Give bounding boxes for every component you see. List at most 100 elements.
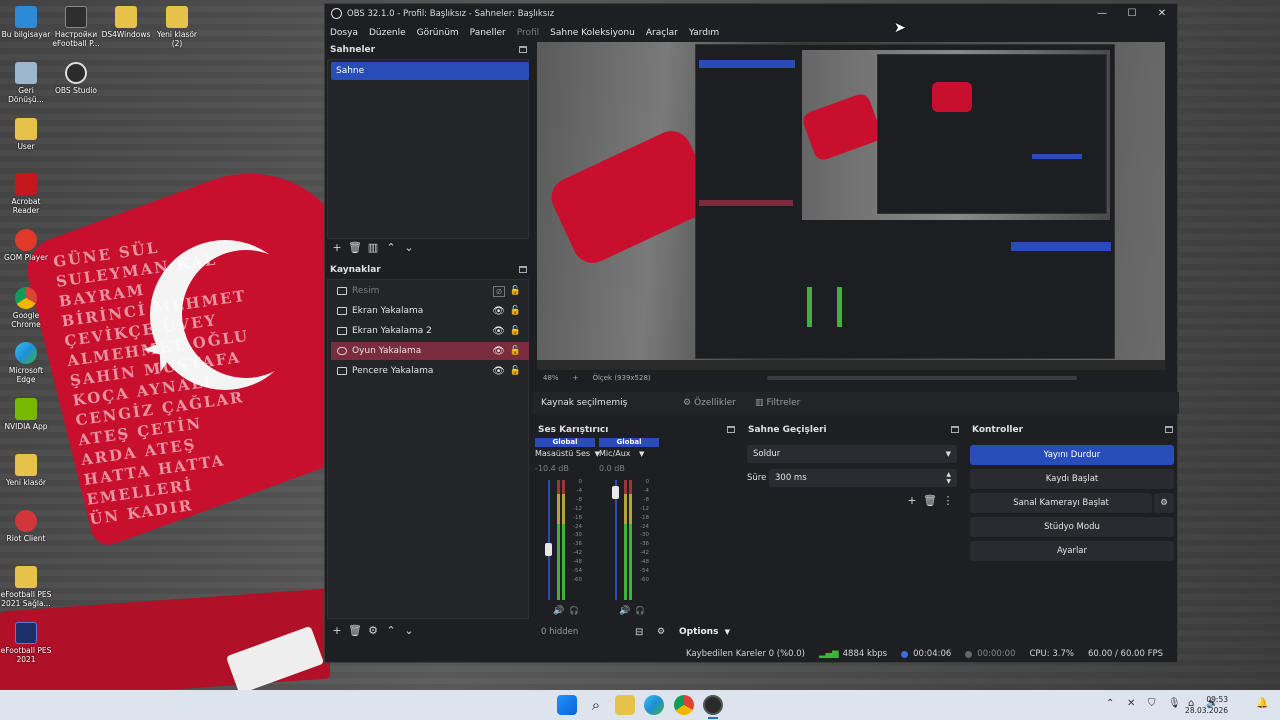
trash-icon[interactable]: 🗑 — [346, 239, 364, 255]
microphone-icon[interactable]: 🎙 — [1168, 698, 1181, 709]
desktop-icon-new-folder[interactable]: Yeni klasör — [0, 454, 52, 487]
source-item-screen-capture-2[interactable]: Ekran Yakalama 2 👁 🔓 — [331, 322, 529, 340]
speaker-icon[interactable]: 🔊 — [553, 606, 564, 616]
eye-hidden-icon[interactable]: ⊘ — [493, 285, 505, 297]
advanced-audio-icon[interactable]: ⚙ — [657, 627, 665, 637]
desktop-icon-nvidia[interactable]: NVIDIA App — [0, 398, 52, 431]
minimize-button[interactable]: — — [1087, 4, 1117, 23]
desktop-icon-chrome[interactable]: Google Chrome — [0, 287, 52, 329]
menu-docks[interactable]: Paneller — [470, 28, 506, 38]
duration-spinbox[interactable]: 300 ms ▲ ▼ — [769, 469, 957, 487]
spin-arrows-icon[interactable]: ▲ ▼ — [946, 471, 951, 485]
desktop-icon-acrobat[interactable]: Acrobat Reader — [0, 173, 52, 215]
zoom-level[interactable]: 48% — [543, 374, 559, 382]
chevron-up-icon[interactable]: ⌃ — [382, 622, 400, 638]
dock-float-icon[interactable] — [1165, 426, 1173, 433]
add-icon[interactable]: + — [328, 622, 346, 638]
chrome-icon[interactable] — [674, 695, 694, 715]
eye-icon[interactable]: 👁 — [492, 306, 505, 317]
notifications-icon[interactable]: 🔔 — [1256, 698, 1268, 709]
shield-icon[interactable]: ⛉ — [1148, 698, 1156, 709]
studio-mode-button[interactable]: Stüdyo Modu — [970, 517, 1174, 537]
desktop-icon-user[interactable]: User — [0, 118, 52, 151]
menu-tools[interactable]: Araçlar — [646, 28, 678, 38]
source-item-screen-capture[interactable]: Ekran Yakalama 👁 🔓 — [331, 302, 529, 320]
canvas-scale[interactable]: Ölçek (939x528) — [592, 374, 650, 382]
chevron-up-icon[interactable]: ⌃ — [382, 239, 400, 255]
menu-view[interactable]: Görünüm — [417, 28, 459, 38]
dock-float-icon[interactable] — [519, 266, 527, 273]
virtual-camera-settings-button[interactable]: ⚙ — [1154, 493, 1174, 513]
edge-icon[interactable] — [644, 695, 664, 715]
menu-scene-collection[interactable]: Sahne Koleksiyonu — [550, 28, 635, 38]
filter-icon[interactable]: ▥ — [364, 239, 382, 255]
desktop-icon-new-folder-2[interactable]: Yeni klasör (2) — [151, 6, 203, 48]
desktop-icon-obs-studio[interactable]: OBS Studio — [50, 62, 102, 95]
trash-icon[interactable]: 🗑 — [921, 492, 939, 508]
desktop-icon-ds4windows[interactable]: DS4Windows — [100, 6, 152, 39]
desktop-icon-efootball-settings[interactable]: Настройки eFootball P... — [50, 6, 102, 48]
lock-icon[interactable]: 🔓 — [510, 286, 521, 296]
start-icon[interactable] — [557, 695, 577, 715]
source-item-game-capture[interactable]: Oyun Yakalama 👁 🔓 — [331, 342, 529, 360]
volume-slider-track[interactable] — [548, 480, 550, 600]
scenes-list[interactable]: Sahne — [327, 59, 529, 239]
speaker-icon[interactable]: 🔊 — [619, 606, 630, 616]
menu-profile[interactable]: Profil — [517, 28, 539, 38]
lock-icon[interactable]: 🔓 — [510, 346, 521, 356]
obs-taskbar-icon[interactable] — [703, 695, 723, 715]
channel-name[interactable]: Mic/Aux ▼ — [599, 449, 659, 458]
menu-edit[interactable]: Düzenle — [369, 28, 406, 38]
desktop-icon-riot-client[interactable]: Riot Client — [0, 510, 52, 543]
eye-icon[interactable]: 👁 — [492, 346, 505, 357]
filters-button[interactable]: ▥ Filtreler — [755, 398, 800, 408]
chevron-down-icon[interactable]: ⌄ — [400, 239, 418, 255]
lock-icon[interactable]: 🔓 — [510, 366, 521, 376]
start-recording-button[interactable]: Kaydı Başlat — [970, 469, 1174, 489]
file-explorer-icon[interactable] — [615, 695, 635, 715]
desktop-icon-gom-player[interactable]: GOM Player — [0, 229, 52, 262]
eye-icon[interactable]: 👁 — [492, 366, 505, 377]
scene-item[interactable]: Sahne — [331, 62, 529, 80]
maximize-button[interactable]: ☐ — [1117, 4, 1147, 23]
lock-icon[interactable]: 🔓 — [510, 306, 521, 316]
eye-icon[interactable]: 👁 — [492, 326, 505, 337]
menu-file[interactable]: Dosya — [330, 28, 358, 38]
desktop-icon-edge[interactable]: Microsoft Edge — [0, 342, 52, 384]
more-options-icon[interactable]: ⋮ — [939, 492, 957, 508]
dropdown-arrow-icon[interactable]: ▼ — [639, 450, 644, 458]
zoom-in-button[interactable]: + — [573, 374, 579, 382]
properties-button[interactable]: ⚙ Özellikler — [683, 398, 736, 408]
start-virtual-camera-button[interactable]: Sanal Kamerayı Başlat — [970, 493, 1152, 513]
lock-icon[interactable]: 🔓 — [510, 326, 521, 336]
stop-streaming-button[interactable]: Yayını Durdur — [970, 445, 1174, 465]
desktop-icon-recycle-bin[interactable]: Geri Dönüşü... — [0, 62, 52, 104]
monitor-headphones-icon[interactable]: 🎧 — [569, 606, 579, 615]
preview-canvas[interactable] — [537, 42, 1165, 370]
dock-float-icon[interactable] — [951, 426, 959, 433]
options-button[interactable]: Options ▼ — [679, 627, 730, 637]
monitor-headphones-icon[interactable]: 🎧 — [635, 606, 645, 615]
settings-button[interactable]: Ayarlar — [970, 541, 1174, 561]
bluetooth-icon[interactable]: ✕ — [1127, 698, 1135, 709]
gear-icon[interactable]: ⚙ — [364, 622, 382, 638]
dock-float-icon[interactable] — [727, 426, 735, 433]
volume-slider-handle[interactable] — [612, 485, 619, 499]
transition-select[interactable]: Soldur ▼ — [747, 445, 957, 463]
clock[interactable]: 09:53 28.03.2026 — [1185, 694, 1228, 716]
desktop-icon-pes-2021[interactable]: eFootball PES 2021 — [0, 622, 52, 664]
dock-float-icon[interactable] — [519, 46, 527, 53]
title-bar[interactable]: OBS 32.1.0 - Profil: Başlıksız - Sahnele… — [325, 4, 1177, 23]
close-button[interactable]: ✕ — [1147, 4, 1177, 23]
desktop-icon-this-pc[interactable]: Bu bilgisayar — [0, 6, 52, 39]
trash-icon[interactable]: 🗑 — [346, 622, 364, 638]
chevron-up-icon[interactable]: ⌃ — [1106, 698, 1114, 709]
sources-list[interactable]: Resim ⊘ 🔓 Ekran Yakalama 👁 🔓 Ekran Yakal… — [327, 279, 529, 619]
add-icon[interactable]: + — [328, 239, 346, 255]
source-item-image[interactable]: Resim ⊘ 🔓 — [331, 282, 529, 300]
chevron-down-icon[interactable]: ⌄ — [400, 622, 418, 638]
add-icon[interactable]: + — [903, 492, 921, 508]
search-icon[interactable]: ⌕ — [586, 695, 606, 715]
volume-slider-handle[interactable] — [545, 542, 552, 556]
source-item-window-capture[interactable]: Pencere Yakalama 👁 🔓 — [331, 362, 529, 380]
